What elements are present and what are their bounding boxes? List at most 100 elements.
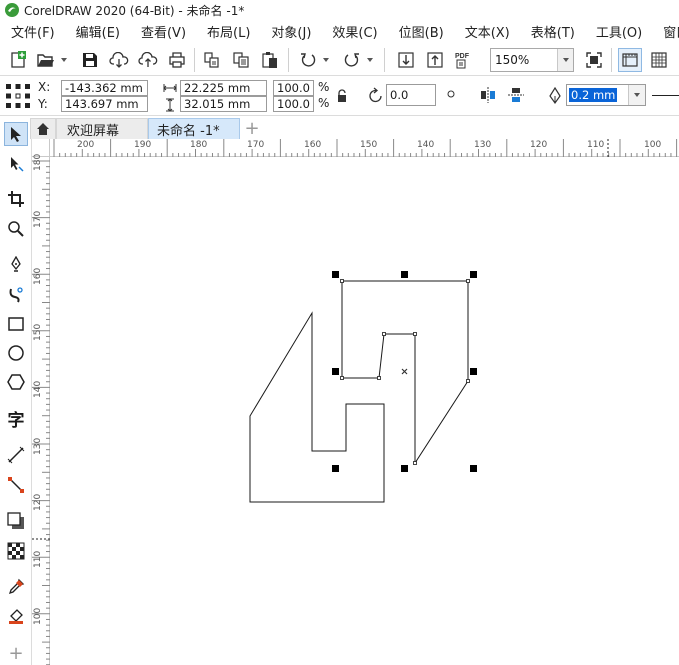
interactive-fill-tool[interactable] <box>4 604 28 628</box>
zoom-dropdown-icon[interactable] <box>557 49 573 71</box>
outline-width-dropdown-icon[interactable] <box>628 85 645 105</box>
hruler-label: 140 <box>417 140 435 150</box>
vertical-ruler[interactable]: 180 170 160 150 140 130 120 110 100 <box>32 153 50 665</box>
y-position-field[interactable]: 143.697 mm <box>61 96 148 112</box>
redo-dropdown-icon[interactable] <box>366 56 374 64</box>
parallel-dimension-tool[interactable] <box>4 443 28 467</box>
vertical-ruler-ticks <box>32 160 50 665</box>
print-icon <box>169 52 185 68</box>
open-folder-icon <box>37 54 54 67</box>
menu-view[interactable]: 查看(V) <box>130 22 196 41</box>
import-button[interactable] <box>394 48 418 72</box>
connector-tool[interactable] <box>4 473 28 497</box>
reference-point-icon[interactable] <box>5 83 31 109</box>
new-document-icon <box>11 51 26 68</box>
menu-effects[interactable]: 效果(C) <box>321 22 387 41</box>
menu-file[interactable]: 文件(F) <box>0 22 65 41</box>
save-button[interactable] <box>78 48 102 72</box>
open-button[interactable] <box>34 48 58 72</box>
drawing-canvas[interactable] <box>50 157 679 665</box>
full-screen-button[interactable] <box>582 48 606 72</box>
rotation-center-icon <box>447 90 455 98</box>
zoom-level-value: 150% <box>495 53 530 67</box>
horizontal-ruler[interactable]: 200 190 180 170 160 150 140 130 120 110 … <box>50 139 679 157</box>
cloud-export-button[interactable] <box>136 48 160 72</box>
hruler-label: 150 <box>360 140 378 150</box>
hruler-label: 160 <box>304 140 322 150</box>
zoom-level-select[interactable]: 150% <box>490 48 574 72</box>
ellipse-tool-icon <box>8 345 24 361</box>
svg-text:PDF: PDF <box>455 53 470 60</box>
add-document-tab[interactable]: + <box>242 118 262 139</box>
undo-dropdown-icon[interactable] <box>322 56 330 64</box>
outline-style-preview[interactable] <box>652 95 679 96</box>
scale-x-percent: % <box>318 80 330 94</box>
rotation-angle-field[interactable]: 0.0 <box>386 84 436 106</box>
menu-text[interactable]: 文本(X) <box>454 22 520 41</box>
add-tool-button[interactable]: + <box>4 641 28 665</box>
width-icon <box>163 84 177 92</box>
shape-tool[interactable] <box>4 152 28 176</box>
scale-x-field[interactable]: 100.0 <box>273 80 314 96</box>
drop-shadow-tool[interactable] <box>4 509 28 533</box>
rulers-toggle-button[interactable] <box>618 48 642 72</box>
zoom-tool-icon <box>8 221 24 237</box>
window-title: CorelDRAW 2020 (64-Bit) - 未命名 -1* <box>24 3 245 18</box>
width-field[interactable]: 22.225 mm <box>180 80 267 96</box>
menu-tools[interactable]: 工具(O) <box>585 22 652 41</box>
vruler-label: 120 <box>33 493 43 511</box>
rectangle-tool[interactable] <box>4 312 28 336</box>
print-button[interactable] <box>165 48 189 72</box>
grid-toggle-button[interactable] <box>647 48 671 72</box>
x-position-field[interactable]: -143.362 mm <box>61 80 148 96</box>
crop-tool-icon <box>8 191 24 207</box>
ellipse-tool[interactable] <box>4 341 28 365</box>
rectangle-tool-icon <box>8 317 24 331</box>
interactive-fill-icon <box>9 609 23 624</box>
menu-object[interactable]: 对象(J) <box>260 22 321 41</box>
crop-tool[interactable] <box>4 187 28 211</box>
export-button[interactable] <box>423 48 447 72</box>
transparency-tool[interactable] <box>4 539 28 563</box>
publish-pdf-button[interactable]: PDF <box>452 48 476 72</box>
paste-button[interactable] <box>258 48 282 72</box>
vruler-label: 140 <box>33 380 43 398</box>
menu-window[interactable]: 窗口 <box>652 22 679 41</box>
menu-bitmaps[interactable]: 位图(B) <box>388 22 454 41</box>
polygon-shape[interactable] <box>249 311 385 503</box>
mirror-horizontal-button[interactable] <box>476 83 500 107</box>
copy-button[interactable] <box>229 48 253 72</box>
menu-layout[interactable]: 布局(L) <box>196 22 260 41</box>
freehand-tool[interactable] <box>4 253 28 277</box>
undo-button[interactable] <box>296 48 320 72</box>
mirror-vertical-button[interactable] <box>504 83 528 107</box>
vruler-label: 180 <box>33 153 43 171</box>
hruler-label: 130 <box>474 140 492 150</box>
cloud-import-button[interactable] <box>107 48 131 72</box>
eyedropper-icon <box>8 578 25 595</box>
height-field[interactable]: 32.015 mm <box>180 96 267 112</box>
cloud-import-icon <box>109 52 129 68</box>
pick-tool[interactable] <box>4 122 28 146</box>
redo-button[interactable] <box>340 48 364 72</box>
lock-ratio-icon[interactable] <box>336 89 348 103</box>
text-tool[interactable]: 字 <box>4 406 28 431</box>
home-icon <box>37 123 49 135</box>
menu-table[interactable]: 表格(T) <box>520 22 585 41</box>
rotation-center-marker[interactable] <box>401 368 408 375</box>
zoom-tool[interactable] <box>4 217 28 241</box>
hruler-label: 110 <box>587 140 605 150</box>
polygon-tool[interactable] <box>4 370 28 394</box>
tab-welcome-screen[interactable]: 欢迎屏幕 <box>56 118 148 139</box>
menu-edit[interactable]: 编辑(E) <box>65 22 130 41</box>
open-dropdown-icon[interactable] <box>60 56 68 64</box>
tab-document[interactable]: 未命名 -1* <box>148 118 240 139</box>
artistic-media-tool[interactable] <box>4 283 28 307</box>
import-icon <box>398 52 414 68</box>
scale-y-field[interactable]: 100.0 <box>273 96 314 112</box>
drop-shadow-icon <box>7 512 24 529</box>
home-tab[interactable] <box>30 118 56 139</box>
cut-button[interactable] <box>200 48 224 72</box>
eyedropper-tool[interactable] <box>4 575 28 599</box>
new-document-button[interactable] <box>6 48 30 72</box>
